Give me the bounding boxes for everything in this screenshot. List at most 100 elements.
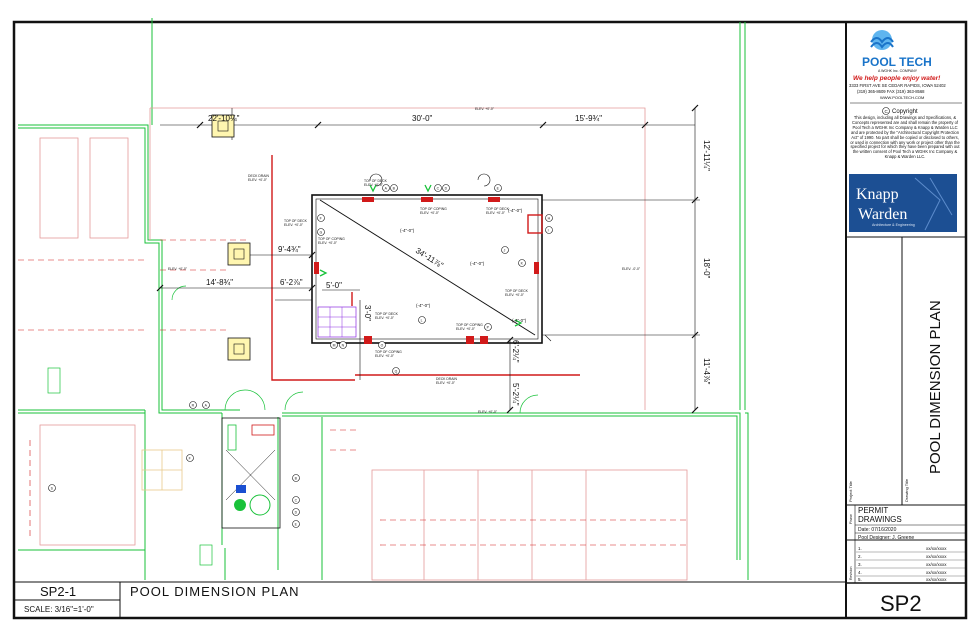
svg-text:F: F	[320, 216, 322, 220]
pool-tech-logo	[870, 30, 894, 50]
mechanical-room	[199, 417, 281, 566]
callout: C	[292, 496, 300, 504]
dim-low-b: 5'-2¼"	[511, 383, 520, 406]
note-coping-2-elev: ELEV. +0'-0"	[318, 241, 338, 245]
svg-text:xx/xx/xxxx: xx/xx/xxxx	[926, 570, 947, 575]
note-elev-top: ELEV. +0'-0"	[475, 107, 495, 111]
logo-sub: A WGHK Inc. COMPANY	[878, 69, 918, 73]
svg-text:4.: 4.	[858, 570, 862, 575]
svg-text:5.: 5.	[858, 577, 862, 582]
dim-top-c: 15'-9¾"	[575, 114, 602, 123]
svg-text:F: F	[189, 456, 191, 460]
svg-text:3.: 3.	[858, 562, 862, 567]
revision-row: 5. xx/xx/xxxx	[858, 577, 947, 582]
phase-date: Date: 07/16/2020	[858, 527, 897, 533]
phase-label: Phase	[849, 514, 853, 524]
centerlines	[18, 239, 690, 546]
callout: R	[189, 401, 197, 409]
callout: G	[317, 228, 325, 236]
door-swings	[47, 285, 539, 414]
svg-text:M: M	[333, 343, 336, 347]
dim-left-a: 9'-4¾"	[278, 245, 301, 254]
callout: M	[330, 341, 338, 349]
revision-row: 1. xx/xx/xxxx	[856, 546, 966, 553]
dim-right-c: 11'-4⅞"	[702, 358, 711, 385]
dim-diagonal: 34'-11⅞"	[414, 246, 445, 270]
svg-text:L: L	[421, 318, 423, 322]
drawing-title-vertical: POOL DIMENSION PLAN	[927, 300, 944, 474]
callout: P	[484, 323, 492, 331]
note-top-deck-3-elev: ELEV. +0'-0"	[284, 223, 304, 227]
dim-left-b: 14'-8¾"	[206, 278, 233, 287]
dim-low-a: 6'-2¼"	[511, 340, 520, 363]
revision-row: 2. xx/xx/xxxx	[856, 554, 966, 561]
sheet-ref: SP2-1	[40, 584, 76, 599]
pool-designer: Pool Designer: J. Greene	[858, 535, 914, 541]
revision-row: 4. xx/xx/xxxx	[856, 570, 966, 577]
website: WWW.POOLTECH.COM	[880, 95, 924, 100]
scale-label: SCALE: 3/16"=1'-0"	[24, 605, 94, 614]
svg-text:I: I	[548, 228, 549, 232]
note-coping-4-elev: ELEV. +0'-0"	[375, 354, 395, 358]
drawing-title-label: Drawing Title	[904, 478, 909, 502]
pool-outline	[311, 194, 543, 344]
slope-1: (-4"-0")	[508, 208, 523, 213]
column-pads	[211, 114, 251, 361]
note-deck-drain-elev: ELEV. +0'-0"	[248, 178, 268, 182]
partner-sub: Architecture & Engineering	[872, 223, 915, 227]
callout: Q	[392, 367, 400, 375]
callout: D	[442, 184, 450, 192]
note-coping-1-elev: ELEV. +0'-0"	[420, 211, 440, 215]
callout: F	[186, 454, 194, 462]
copyright-letter: C	[885, 109, 889, 114]
dim-top-b: 30'-0"	[412, 114, 433, 123]
callout: A	[382, 184, 390, 192]
svg-text:xx/xx/xxxx: xx/xx/xxxx	[926, 577, 947, 582]
note-top-deck-1-elev: ELEV. +0'-0"	[364, 183, 384, 187]
slope-3: (-4"-0")	[400, 228, 415, 233]
phase-line-2: DRAWINGS	[858, 515, 902, 524]
svg-text:G: G	[320, 230, 323, 234]
slope-5: (-4"-0")	[512, 318, 527, 323]
callout: O	[378, 341, 386, 349]
note-top-deck-5-elev: ELEV. +0'-0"	[375, 316, 395, 320]
dimension-text: 22'-10¼" 30'-0" 15'-9¾" 12'-11¼" 18'-0" …	[206, 114, 711, 406]
callout: C	[434, 184, 442, 192]
partner-name-2: Warden	[858, 206, 907, 223]
dim-step: 5'-0"	[326, 281, 342, 290]
phone: (319) 365-8609 FAX (319) 363-8568	[857, 89, 925, 94]
drawing-footer: SP2-1 POOL DIMENSION PLAN SCALE: 3/16"=1…	[14, 581, 846, 618]
copyright-text: This design, including all Drawings and …	[850, 115, 960, 160]
slope-2: (-4"-0")	[470, 261, 485, 266]
svg-text:Q: Q	[395, 369, 398, 373]
svg-text:xx/xx/xxxx: xx/xx/xxxx	[926, 554, 947, 559]
callout: B	[390, 184, 398, 192]
svg-text:xx/xx/xxxx: xx/xx/xxxx	[926, 546, 947, 551]
note-coping-3-elev: ELEV. +0'-0"	[456, 327, 476, 331]
callout: I	[545, 226, 553, 234]
address: 3333 FIRST AVE SE CEDAR RAPIDS, IOWA 524…	[849, 83, 946, 88]
note-top-deck-2-elev: ELEV. +0'-0"	[486, 211, 506, 215]
note-elev-right: ELEV. -0'-0"	[622, 267, 641, 271]
tagline: We help people enjoy water!	[853, 75, 941, 82]
callout: A	[202, 401, 210, 409]
callout: E	[494, 184, 502, 192]
callout: N	[339, 341, 347, 349]
logo-name: POOL TECH	[862, 55, 932, 69]
callout: H	[545, 214, 553, 222]
callout: B	[292, 474, 300, 482]
callout: F	[317, 214, 325, 222]
dim-top-a: 22'-10¼"	[208, 114, 240, 123]
callout-bubbles: A B C D E F G H I J K L M N O P Q R S A …	[48, 184, 553, 528]
svg-text:J: J	[504, 248, 506, 252]
project-title-label: Project Title	[848, 480, 853, 502]
phase-line-1: PERMIT	[858, 506, 888, 515]
bench	[141, 449, 183, 491]
note-elev-low: ELEV. +0'-0"	[478, 410, 498, 414]
callout: D	[292, 508, 300, 516]
footer-title: POOL DIMENSION PLAN	[130, 584, 300, 599]
sheet-border	[12, 20, 968, 620]
slope-4: (-4"-0")	[416, 303, 431, 308]
sheet-number: SP2	[880, 591, 922, 616]
drawing-sheet: 22'-10¼" 30'-0" 15'-9¾" 12'-11¼" 18'-0" …	[12, 18, 968, 620]
